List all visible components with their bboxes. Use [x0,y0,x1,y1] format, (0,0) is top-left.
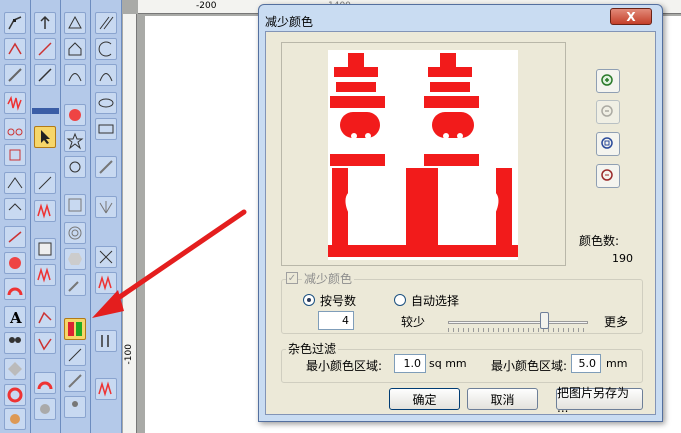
reduce-colors-checkbox-label: 减少颜色 [302,270,355,287]
zoom-fit-button[interactable] [596,132,620,156]
radio-auto-select[interactable] [394,294,406,306]
radio-auto-label: 自动选择 [411,294,460,308]
double-happiness-image [328,50,518,260]
min-area-input-2[interactable]: 5.0 [571,354,601,373]
dialog-title: 减少颜色 [265,15,314,29]
save-image-button[interactable]: 把图片另存为 ... [556,386,643,415]
slider-more-label: 更多 [604,315,629,329]
cancel-button[interactable]: 取消 [467,388,538,410]
zoom-actual-button[interactable] [596,164,620,188]
close-button[interactable]: X [610,8,652,25]
slider-thumb[interactable] [540,312,549,329]
radio-by-number[interactable] [303,294,315,306]
zoom-out-button[interactable] [596,100,620,124]
color-count-value: 190 [612,252,633,265]
zoom-actual-icon [601,169,613,181]
slider-track [448,321,588,324]
slider-less-label: 较少 [401,315,426,329]
ok-button[interactable]: 确定 [389,388,460,410]
reduce-colors-dialog: 减少颜色 X 颜色数: 190 ✓ 减少颜色 按号数 自动选择 4 较少 更多 … [258,4,663,422]
min-area-input-1[interactable]: 1.0 [394,354,426,373]
dialog-body: 颜色数: 190 ✓ 减少颜色 按号数 自动选择 4 较少 更多 杂色过滤 最小… [265,31,656,415]
slider-ticks [448,328,588,332]
unit-sq-mm: sq mm [429,357,467,370]
zoom-fit-icon [601,137,613,149]
zoom-in-icon [601,74,613,86]
unit-mm: mm [606,357,628,370]
number-input[interactable]: 4 [318,311,354,330]
min-area-label-1: 最小颜色区域: [306,359,383,373]
color-count-label: 颜色数: [579,234,620,248]
zoom-out-icon [601,105,613,117]
reduce-colors-checkbox: ✓ [286,272,298,284]
close-icon: X [626,9,636,24]
noise-filter-label: 杂色过滤 [286,340,339,357]
radio-by-number-label: 按号数 [320,294,357,308]
zoom-in-button[interactable] [596,69,620,93]
image-preview [281,42,566,266]
min-area-label-2: 最小颜色区域: [491,359,568,373]
